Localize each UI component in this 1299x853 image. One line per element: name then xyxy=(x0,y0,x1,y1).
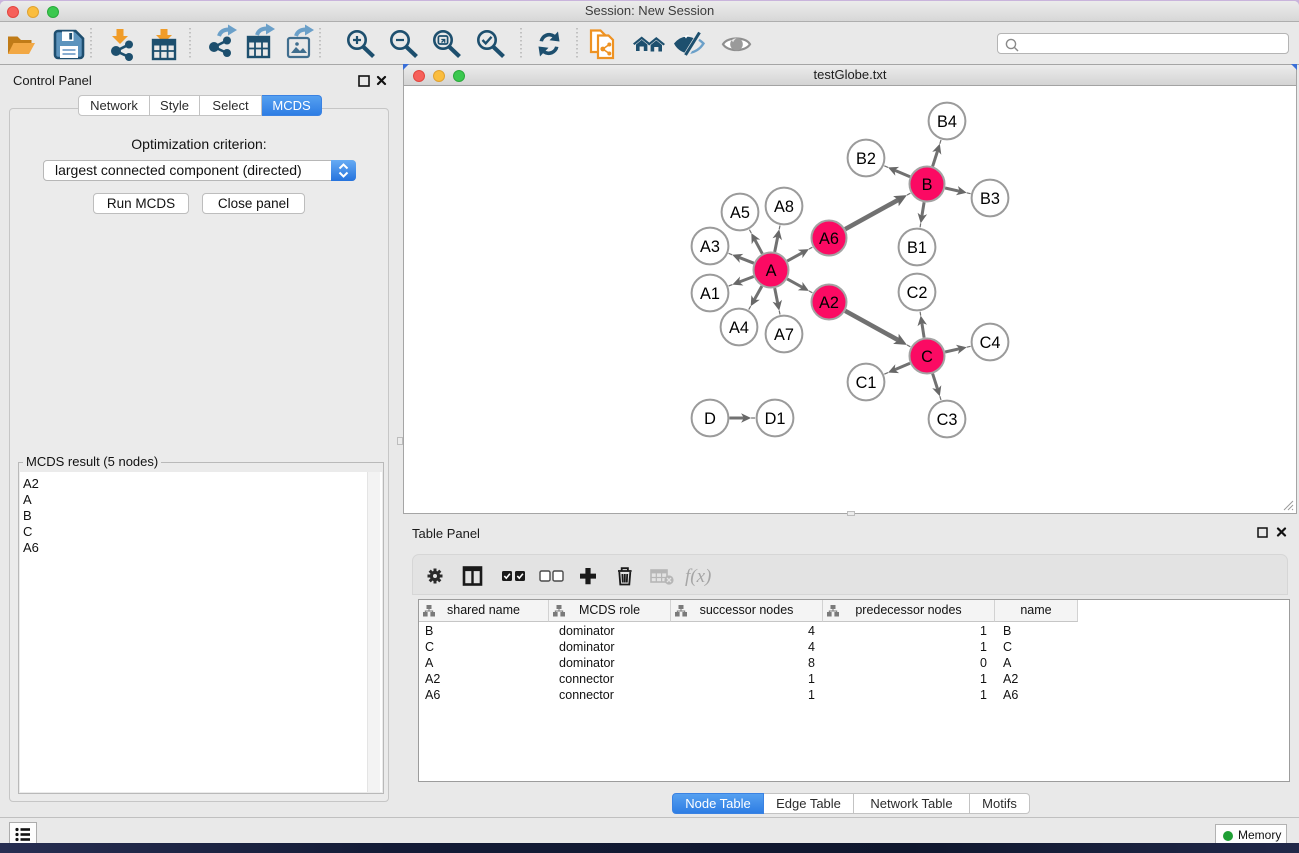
svg-text:A7: A7 xyxy=(774,326,794,344)
svg-text:A8: A8 xyxy=(774,198,794,216)
svg-text:B1: B1 xyxy=(907,239,927,257)
svg-text:B3: B3 xyxy=(980,190,1000,208)
svg-text:C: C xyxy=(921,348,933,366)
svg-text:B2: B2 xyxy=(856,150,876,168)
svg-text:C1: C1 xyxy=(856,374,877,392)
svg-text:D1: D1 xyxy=(765,410,786,428)
svg-text:A4: A4 xyxy=(729,319,749,337)
svg-text:f(x): f(x) xyxy=(685,566,711,587)
svg-text:A5: A5 xyxy=(730,204,750,222)
svg-text:B4: B4 xyxy=(937,113,957,131)
svg-text:A1: A1 xyxy=(700,285,720,303)
svg-text:A: A xyxy=(766,262,777,280)
svg-text:C4: C4 xyxy=(980,334,1001,352)
svg-text:C3: C3 xyxy=(937,411,958,429)
svg-text:A2: A2 xyxy=(819,294,839,312)
svg-text:C2: C2 xyxy=(907,284,928,302)
svg-text:A6: A6 xyxy=(819,230,839,248)
svg-text:B: B xyxy=(922,176,933,194)
svg-text:A3: A3 xyxy=(700,238,720,256)
svg-text:D: D xyxy=(704,410,716,428)
